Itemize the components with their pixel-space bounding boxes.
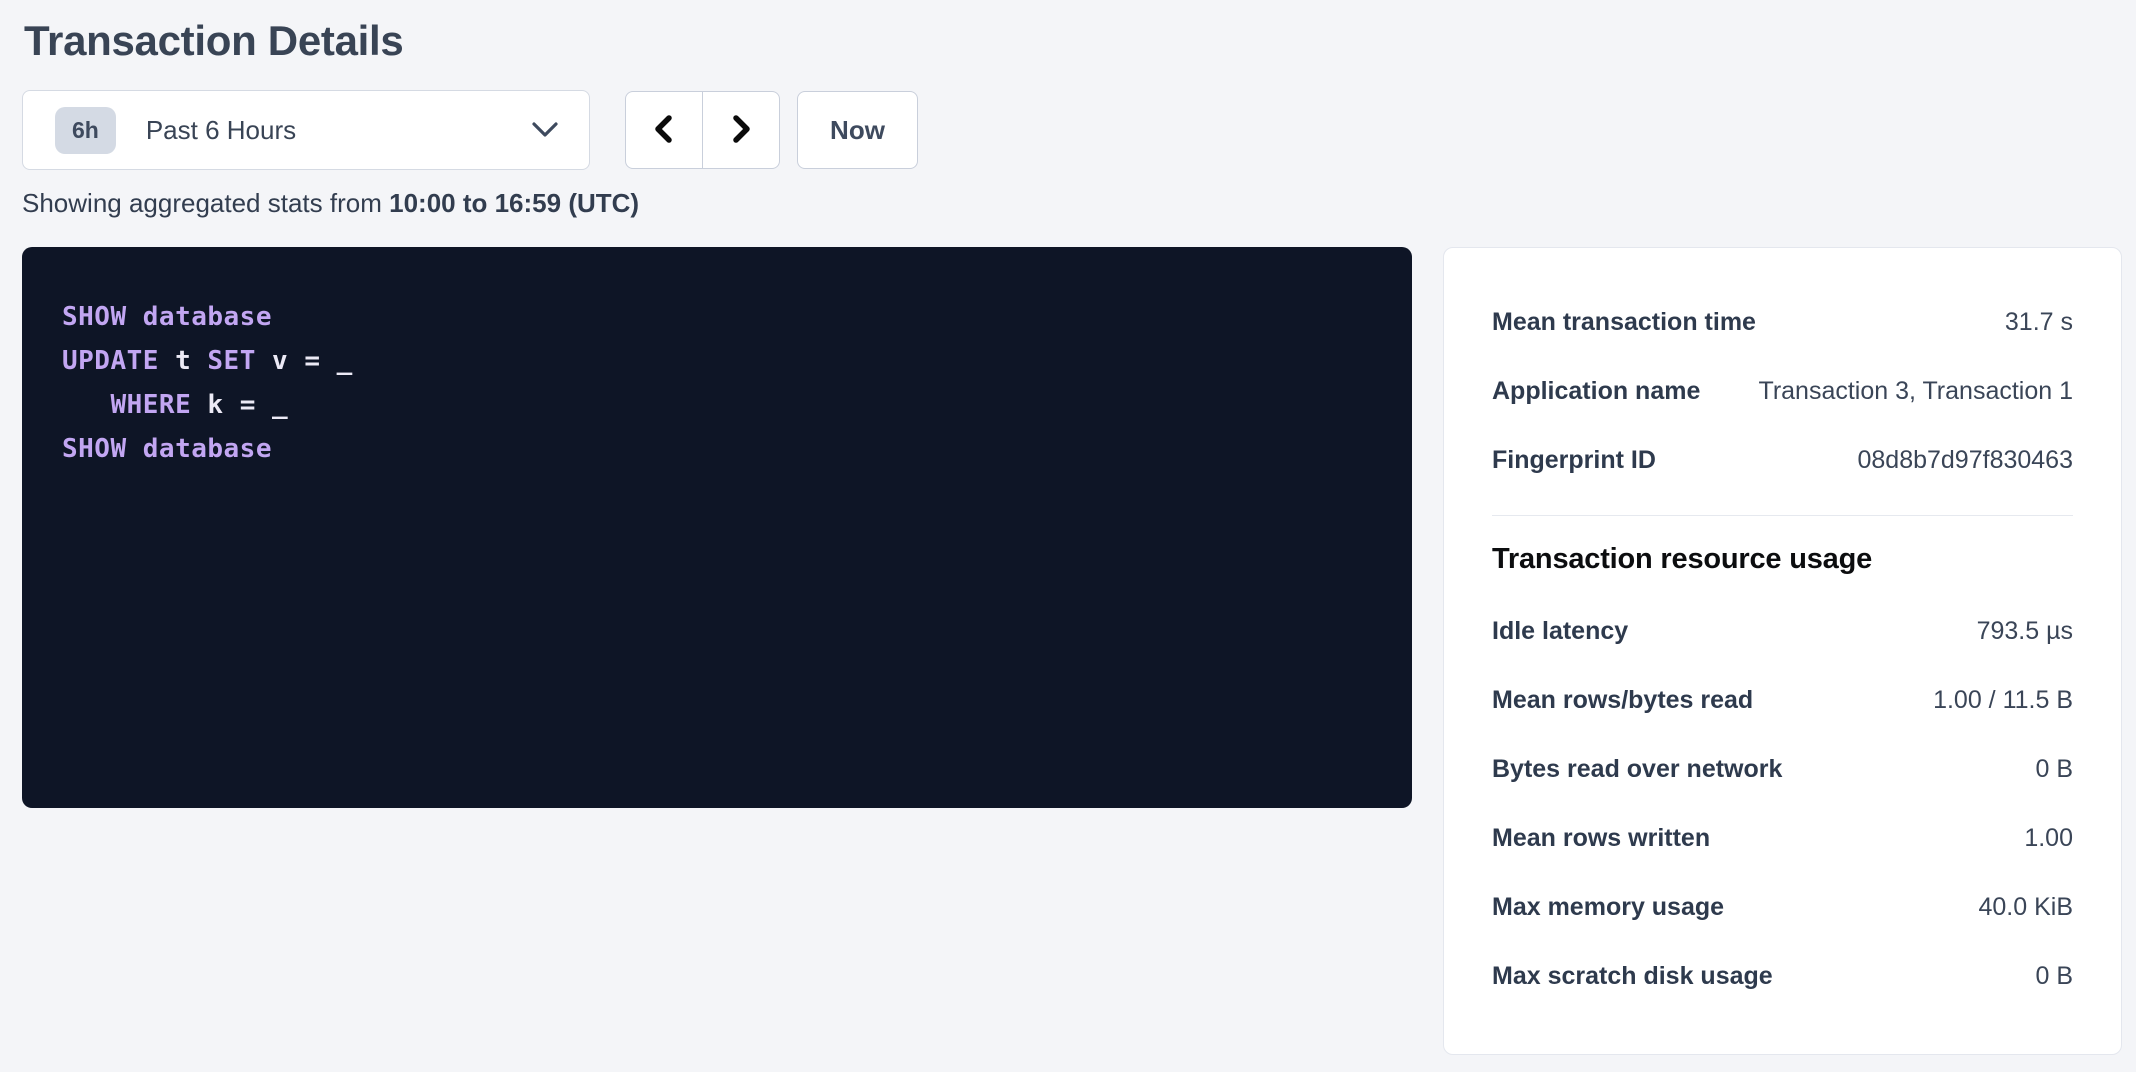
summary-row: Max scratch disk usage 0 B bbox=[1492, 942, 2073, 1011]
stat-label: Mean transaction time bbox=[1492, 308, 1776, 337]
summary-row: Idle latency 793.5 µs bbox=[1492, 597, 2073, 666]
sql-code-line: SHOW database bbox=[62, 427, 1372, 471]
stat-label: Mean rows/bytes read bbox=[1492, 686, 1773, 715]
time-range-label: Past 6 Hours bbox=[146, 115, 531, 146]
stat-label: Max memory usage bbox=[1492, 893, 1744, 922]
summary-row: Mean transaction time 31.7 s bbox=[1492, 288, 2073, 357]
main-content: SHOW databaseUPDATE t SET v = _ WHERE k … bbox=[22, 247, 2136, 1055]
stat-value: 0 B bbox=[2035, 962, 2073, 991]
stat-value: 40.0 KiB bbox=[1978, 893, 2073, 922]
stat-label: Application name bbox=[1492, 377, 1720, 406]
overview-rows: Mean transaction time 31.7 s Application n… bbox=[1492, 288, 2073, 495]
summary-row: Mean rows/bytes read 1.00 / 11.5 B bbox=[1492, 666, 2073, 735]
stat-value: 31.7 s bbox=[2005, 308, 2073, 337]
stat-value: 08d8b7d97f830463 bbox=[1857, 446, 2073, 475]
time-nav-group bbox=[625, 91, 780, 169]
summary-row: Mean rows written 1.00 bbox=[1492, 804, 2073, 873]
page-title: Transaction Details bbox=[24, 16, 2136, 66]
chevron-left-icon bbox=[650, 112, 678, 149]
aggregated-stats-caption: Showing aggregated stats from 10:00 to 1… bbox=[22, 188, 2136, 219]
stats-caption-prefix: Showing aggregated stats from bbox=[22, 188, 389, 218]
next-time-button[interactable] bbox=[702, 91, 780, 169]
stat-label: Bytes read over network bbox=[1492, 755, 1802, 784]
chevron-down-icon bbox=[531, 121, 559, 144]
stat-label: Idle latency bbox=[1492, 617, 1648, 646]
previous-time-button[interactable] bbox=[625, 91, 703, 169]
now-button[interactable]: Now bbox=[797, 91, 918, 169]
summary-row: Bytes read over network 0 B bbox=[1492, 735, 2073, 804]
sql-code-line: UPDATE t SET v = _ bbox=[62, 339, 1372, 383]
stat-value: 793.5 µs bbox=[1977, 617, 2073, 646]
time-range-dropdown[interactable]: 6h Past 6 Hours bbox=[22, 90, 590, 170]
summary-row: Fingerprint ID 08d8b7d97f830463 bbox=[1492, 426, 2073, 495]
chevron-right-icon bbox=[727, 112, 755, 149]
resource-usage-rows: Idle latency 793.5 µs Mean rows/bytes read… bbox=[1492, 597, 2073, 1011]
time-range-badge: 6h bbox=[55, 107, 116, 154]
sql-statement-panel: SHOW databaseUPDATE t SET v = _ WHERE k … bbox=[22, 247, 1412, 808]
transaction-details-page: Transaction Details 6h Past 6 Hours bbox=[0, 0, 2136, 1055]
transaction-summary-card: Mean transaction time 31.7 s Application n… bbox=[1443, 247, 2122, 1055]
stat-value: 1.00 / 11.5 B bbox=[1933, 686, 2073, 715]
sql-code-line: SHOW database bbox=[62, 295, 1372, 339]
summary-row: Application name Transaction 3, Transacti… bbox=[1492, 357, 2073, 426]
stat-value: 1.00 bbox=[2024, 824, 2073, 853]
time-controls: 6h Past 6 Hours bbox=[22, 90, 2136, 170]
stat-label: Fingerprint ID bbox=[1492, 446, 1676, 475]
stat-label: Max scratch disk usage bbox=[1492, 962, 1793, 991]
summary-divider bbox=[1492, 515, 2073, 516]
resource-usage-heading: Transaction resource usage bbox=[1492, 543, 2073, 576]
stat-value: 0 B bbox=[2035, 755, 2073, 784]
summary-row: Max memory usage 40.0 KiB bbox=[1492, 873, 2073, 942]
sql-code-line: WHERE k = _ bbox=[62, 383, 1372, 427]
stats-caption-range: 10:00 to 16:59 (UTC) bbox=[389, 188, 639, 218]
stat-label: Mean rows written bbox=[1492, 824, 1730, 853]
stat-value: Transaction 3, Transaction 1 bbox=[1758, 377, 2073, 406]
